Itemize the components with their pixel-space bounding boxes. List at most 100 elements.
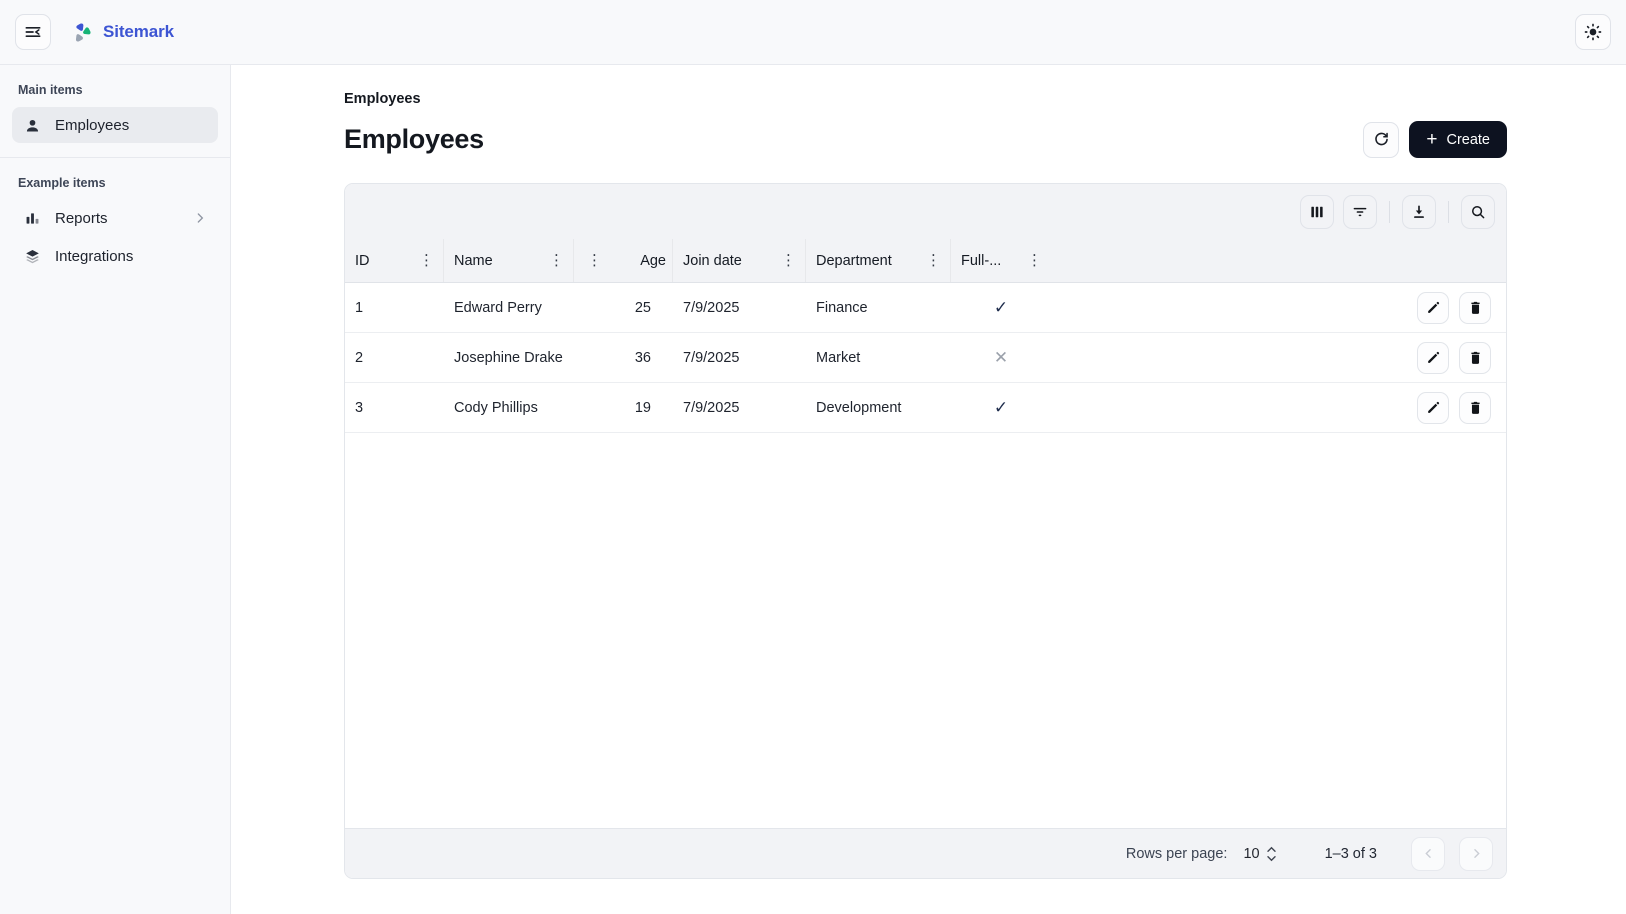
edit-button[interactable]: [1417, 342, 1449, 374]
next-page-button[interactable]: [1459, 837, 1493, 871]
download-button[interactable]: [1402, 195, 1436, 229]
create-button[interactable]: + Create: [1409, 121, 1507, 158]
column-header-id[interactable]: ID ⋮: [345, 239, 444, 282]
layers-icon: [22, 246, 42, 266]
edit-button[interactable]: [1417, 392, 1449, 424]
previous-page-button[interactable]: [1411, 837, 1445, 871]
cell-actions: [1380, 292, 1506, 324]
cell-age: 19: [574, 400, 673, 416]
column-menu-icon[interactable]: ⋮: [1024, 251, 1045, 270]
sidebar-item-label: Reports: [55, 210, 179, 227]
column-header-actions: [1380, 239, 1506, 282]
column-header-department[interactable]: Department ⋮: [806, 239, 951, 282]
table-row[interactable]: 3 Cody Phillips 19 7/9/2025 Development …: [345, 383, 1506, 433]
column-menu-icon[interactable]: ⋮: [923, 251, 944, 270]
cell-join-date: 7/9/2025: [673, 350, 806, 366]
sidebar-item-label: Employees: [55, 117, 129, 134]
plus-icon: +: [1426, 130, 1437, 149]
pencil-icon: [1425, 349, 1442, 366]
brand[interactable]: Sitemark: [69, 20, 174, 45]
create-button-label: Create: [1446, 132, 1490, 148]
grid-header-row: ID ⋮ Name ⋮ Age ⋮ Join date ⋮ Department: [345, 239, 1506, 283]
check-icon: ✓: [951, 398, 1051, 418]
cell-join-date: 7/9/2025: [673, 300, 806, 316]
chevron-left-icon: [1421, 846, 1436, 861]
delete-button[interactable]: [1459, 392, 1491, 424]
check-icon: ✓: [951, 298, 1051, 318]
sidebar: Main items Employees Example items Repor…: [0, 65, 231, 914]
column-menu-icon[interactable]: ⋮: [778, 251, 799, 270]
chevron-right-icon: [192, 210, 208, 226]
column-menu-icon[interactable]: ⋮: [416, 251, 437, 270]
brand-name: Sitemark: [103, 22, 174, 42]
rows-per-page-value: 10: [1243, 846, 1259, 862]
delete-button[interactable]: [1459, 342, 1491, 374]
refresh-button[interactable]: [1363, 122, 1399, 158]
cell-name: Cody Phillips: [444, 400, 574, 416]
person-icon: [22, 115, 42, 135]
cell-name: Josephine Drake: [444, 350, 574, 366]
column-label: Age: [611, 253, 666, 269]
download-icon: [1410, 203, 1428, 221]
columns-button[interactable]: [1300, 195, 1334, 229]
main-content: Employees Employees + Create: [231, 65, 1626, 914]
column-header-join-date[interactable]: Join date ⋮: [673, 239, 806, 282]
cell-name: Edward Perry: [444, 300, 574, 316]
column-label: ID: [355, 253, 410, 269]
sidebar-item-integrations[interactable]: Integrations: [12, 238, 218, 274]
collapse-menu-button[interactable]: [15, 14, 51, 50]
cross-icon: ✕: [951, 348, 1051, 368]
trash-icon: [1467, 299, 1484, 316]
grid-footer: Rows per page: 10 1–3 of 3: [345, 828, 1506, 878]
cell-actions: [1380, 392, 1506, 424]
grid-empty-area: [345, 433, 1506, 828]
chevron-right-icon: [1469, 846, 1484, 861]
cell-age: 36: [574, 350, 673, 366]
breadcrumb: Employees: [344, 91, 1507, 107]
cell-age: 25: [574, 300, 673, 316]
pagination-range: 1–3 of 3: [1325, 846, 1377, 862]
column-header-age[interactable]: Age ⋮: [574, 239, 673, 282]
column-header-full-time[interactable]: Full-... ⋮: [951, 239, 1051, 282]
column-label: Department: [816, 253, 917, 269]
grid-toolbar: [345, 184, 1506, 239]
collapse-menu-icon: [23, 22, 43, 42]
sidebar-item-employees[interactable]: Employees: [12, 107, 218, 143]
column-header-spacer: [1051, 239, 1380, 282]
filter-button[interactable]: [1343, 195, 1377, 229]
columns-icon: [1308, 203, 1326, 221]
cell-id: 1: [345, 300, 444, 316]
toolbar-separator: [1389, 201, 1390, 223]
column-label: Full-...: [961, 253, 1018, 269]
rows-per-page-label: Rows per page:: [1126, 846, 1228, 862]
bar-chart-icon: [22, 208, 42, 228]
column-label: Name: [454, 253, 540, 269]
column-header-name[interactable]: Name ⋮: [444, 239, 574, 282]
column-menu-icon[interactable]: ⋮: [584, 251, 605, 270]
theme-toggle-button[interactable]: [1575, 14, 1611, 50]
app-header: Sitemark: [0, 0, 1626, 65]
search-icon: [1469, 203, 1487, 221]
rows-per-page-select[interactable]: 10: [1243, 846, 1276, 862]
delete-button[interactable]: [1459, 292, 1491, 324]
cell-id: 3: [345, 400, 444, 416]
page-title: Employees: [344, 124, 484, 155]
sidebar-section-example-items: Example items: [12, 172, 218, 200]
cell-actions: [1380, 342, 1506, 374]
column-menu-icon[interactable]: ⋮: [546, 251, 567, 270]
sitemark-logo-icon: [69, 20, 94, 45]
cell-department: Development: [806, 400, 951, 416]
data-grid: ID ⋮ Name ⋮ Age ⋮ Join date ⋮ Department: [344, 183, 1507, 879]
table-row[interactable]: 2 Josephine Drake 36 7/9/2025 Market ✕: [345, 333, 1506, 383]
refresh-icon: [1372, 130, 1391, 149]
edit-button[interactable]: [1417, 292, 1449, 324]
sidebar-section-main-items: Main items: [12, 79, 218, 107]
sidebar-item-reports[interactable]: Reports: [12, 200, 218, 236]
cell-join-date: 7/9/2025: [673, 400, 806, 416]
trash-icon: [1467, 349, 1484, 366]
table-row[interactable]: 1 Edward Perry 25 7/9/2025 Finance ✓: [345, 283, 1506, 333]
sidebar-item-label: Integrations: [55, 248, 133, 265]
pencil-icon: [1425, 299, 1442, 316]
search-button[interactable]: [1461, 195, 1495, 229]
column-label: Join date: [683, 253, 772, 269]
